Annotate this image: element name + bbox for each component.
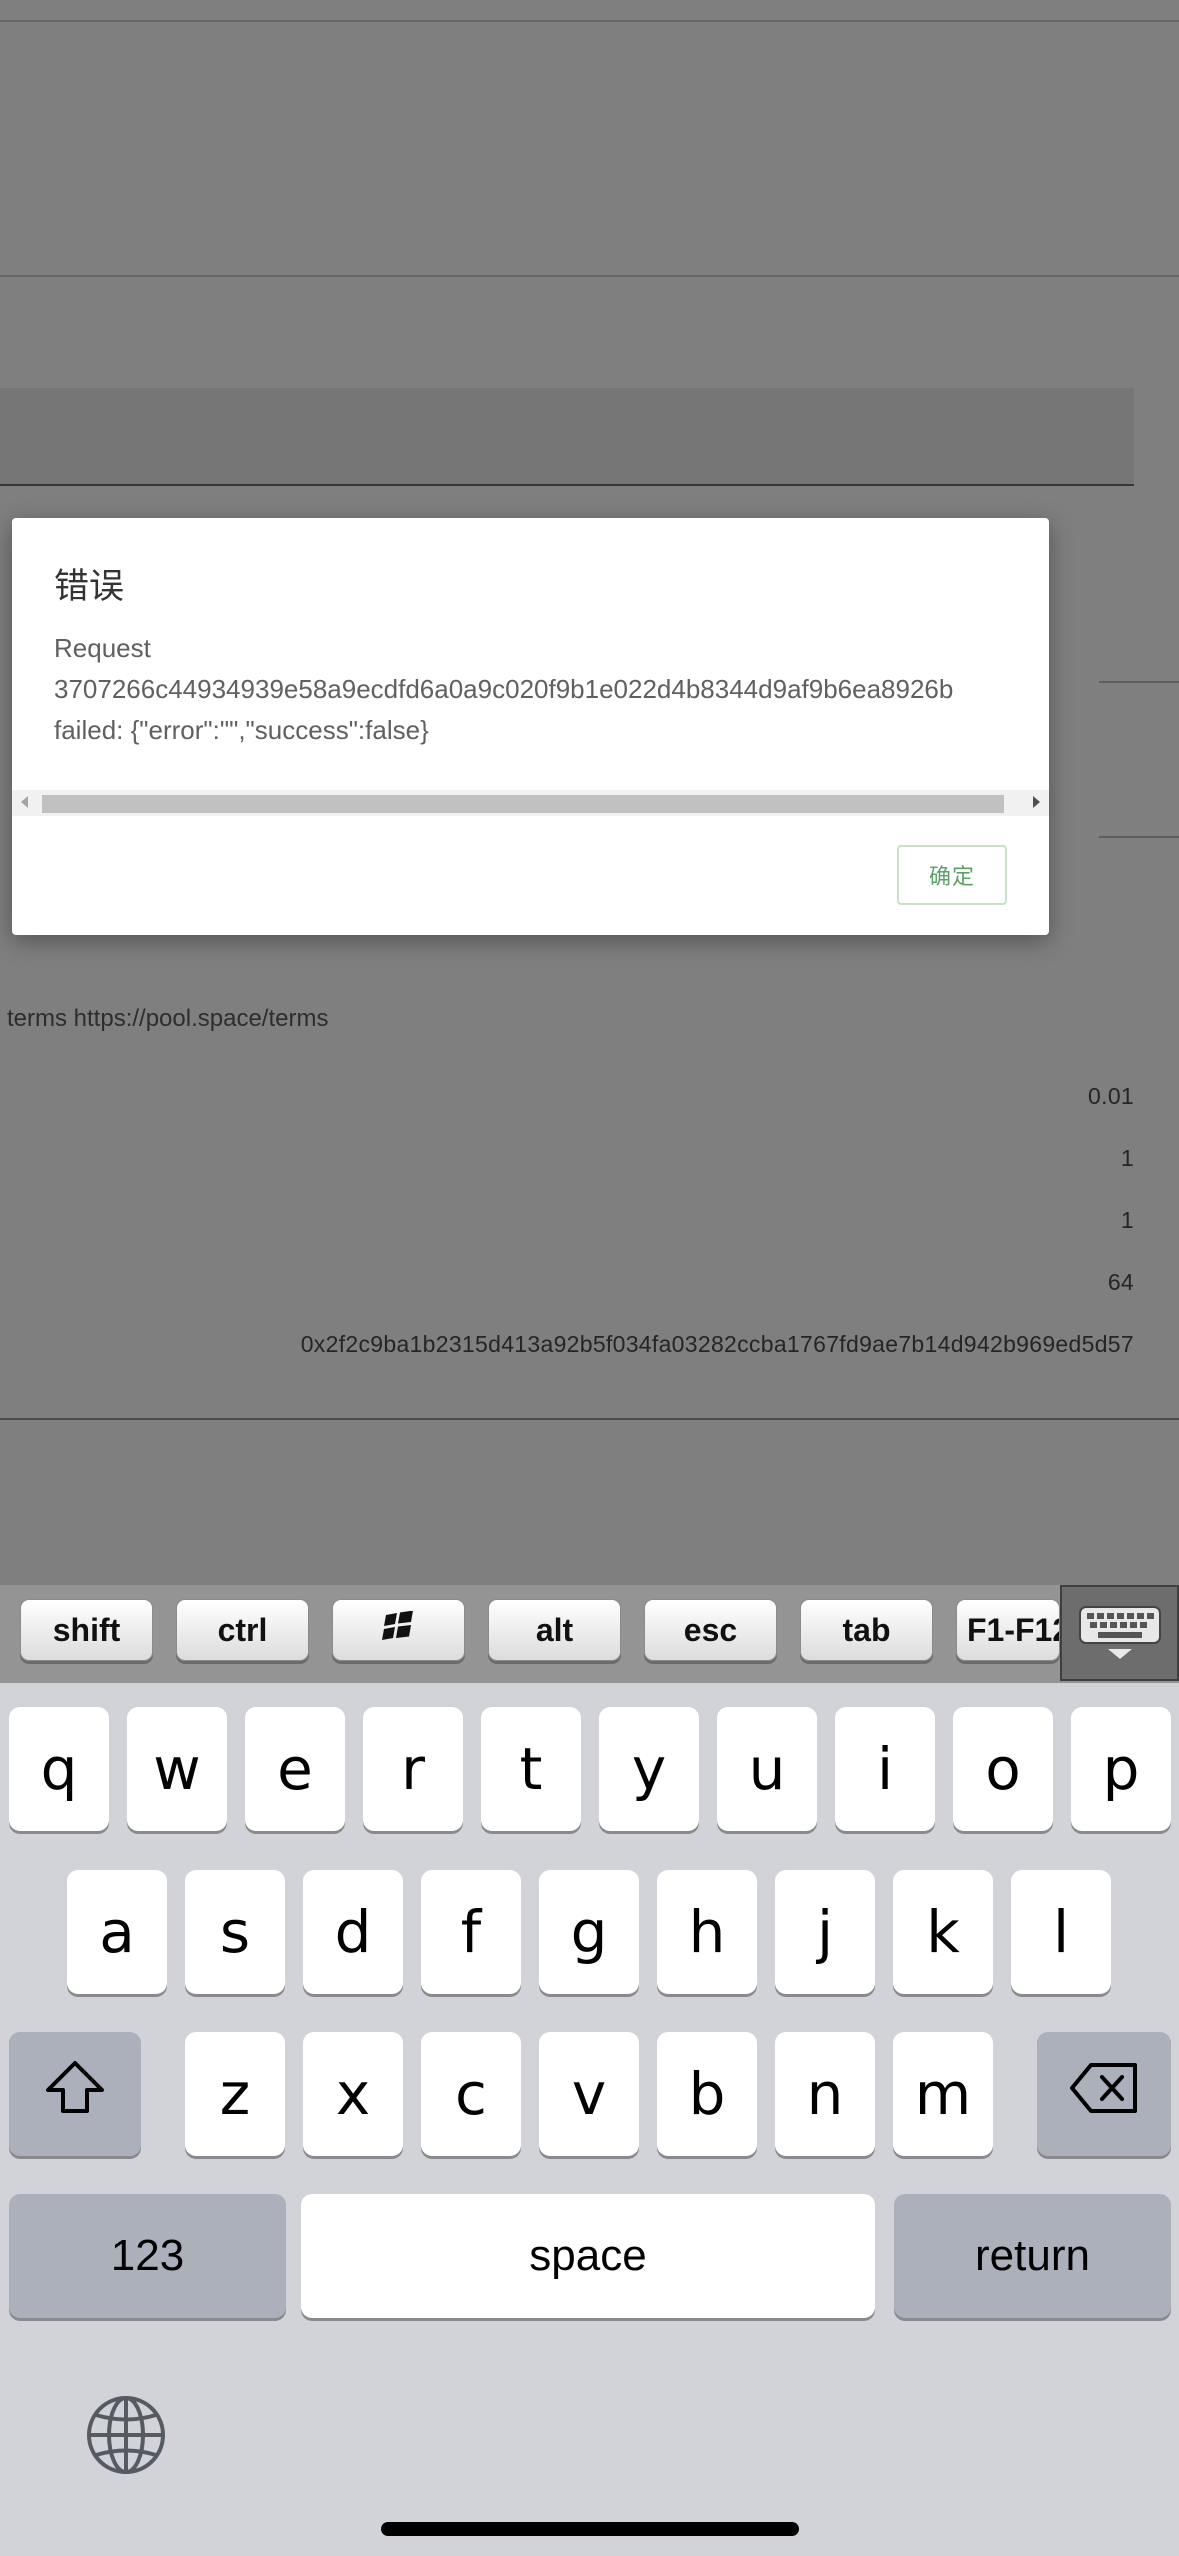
- horizontal-scrollbar[interactable]: [12, 790, 1049, 816]
- key-x[interactable]: x: [303, 2032, 403, 2156]
- windows-logo-icon: [381, 1610, 416, 1649]
- key-g[interactable]: g: [539, 1870, 639, 1994]
- error-dialog: 错误 Request 3707266c44934939e58a9ecdfd6a0…: [12, 518, 1049, 935]
- key-s[interactable]: s: [185, 1870, 285, 1994]
- key-v[interactable]: v: [539, 2032, 639, 2156]
- shift-arrow-icon: [44, 2059, 106, 2129]
- key-w[interactable]: w: [127, 1707, 227, 1831]
- numbers-key[interactable]: 123: [9, 2194, 286, 2318]
- tab-key[interactable]: tab: [800, 1599, 933, 1661]
- language-switch-button[interactable]: [85, 2394, 167, 2481]
- key-k[interactable]: k: [893, 1870, 993, 1994]
- key-b[interactable]: b: [657, 2032, 757, 2156]
- function-keys[interactable]: F1-F12: [956, 1599, 1060, 1661]
- globe-icon: [85, 2396, 167, 2480]
- key-z[interactable]: z: [185, 2032, 285, 2156]
- home-indicator[interactable]: [381, 2522, 799, 2536]
- scroll-left-icon[interactable]: [21, 796, 28, 808]
- key-u[interactable]: u: [717, 1707, 817, 1831]
- key-q[interactable]: q: [9, 1707, 109, 1831]
- dialog-title: 错误: [54, 567, 125, 606]
- key-r[interactable]: r: [363, 1707, 463, 1831]
- key-t[interactable]: t: [481, 1707, 581, 1831]
- message-line: 3707266c44934939e58a9ecdfd6a0a9c020f9b1e…: [54, 674, 954, 704]
- key-c[interactable]: c: [421, 2032, 521, 2156]
- key-m[interactable]: m: [893, 2032, 993, 2156]
- modifier-key-bar: shift ctrl alt esc tab F1-F12: [0, 1585, 1179, 1683]
- alt-key[interactable]: alt: [488, 1599, 621, 1661]
- key-f[interactable]: f: [421, 1870, 521, 1994]
- shift-key[interactable]: shift: [20, 1599, 153, 1661]
- esc-key[interactable]: esc: [644, 1599, 777, 1661]
- message-line: failed: {"error":"","success":false}: [54, 715, 429, 745]
- key-o[interactable]: o: [953, 1707, 1053, 1831]
- key-d[interactable]: d: [303, 1870, 403, 1994]
- key-n[interactable]: n: [775, 2032, 875, 2156]
- shift-key[interactable]: [9, 2032, 141, 2156]
- keyboard-hide-icon: [1078, 1605, 1162, 1666]
- scroll-right-icon[interactable]: [1033, 796, 1040, 808]
- message-line: Request: [54, 633, 151, 663]
- ctrl-key[interactable]: ctrl: [176, 1599, 309, 1661]
- confirm-button[interactable]: 确定: [897, 845, 1007, 905]
- key-y[interactable]: y: [599, 1707, 699, 1831]
- key-h[interactable]: h: [657, 1870, 757, 1994]
- key-e[interactable]: e: [245, 1707, 345, 1831]
- ios-keyboard: q w e r t y u i o p a s d f g h j k l z …: [0, 1683, 1179, 2556]
- dialog-message: Request 3707266c44934939e58a9ecdfd6a0a9c…: [54, 628, 1049, 751]
- key-p[interactable]: p: [1071, 1707, 1171, 1831]
- backspace-key[interactable]: [1037, 2032, 1171, 2156]
- keyboard-hide-button[interactable]: [1060, 1585, 1179, 1681]
- scrollbar-thumb[interactable]: [42, 795, 1004, 813]
- backspace-icon: [1069, 2060, 1139, 2128]
- key-i[interactable]: i: [835, 1707, 935, 1831]
- windows-key[interactable]: [332, 1599, 465, 1661]
- key-a[interactable]: a: [67, 1870, 167, 1994]
- key-j[interactable]: j: [775, 1870, 875, 1994]
- key-l[interactable]: l: [1011, 1870, 1111, 1994]
- return-key[interactable]: return: [894, 2194, 1171, 2318]
- space-key[interactable]: space: [301, 2194, 875, 2318]
